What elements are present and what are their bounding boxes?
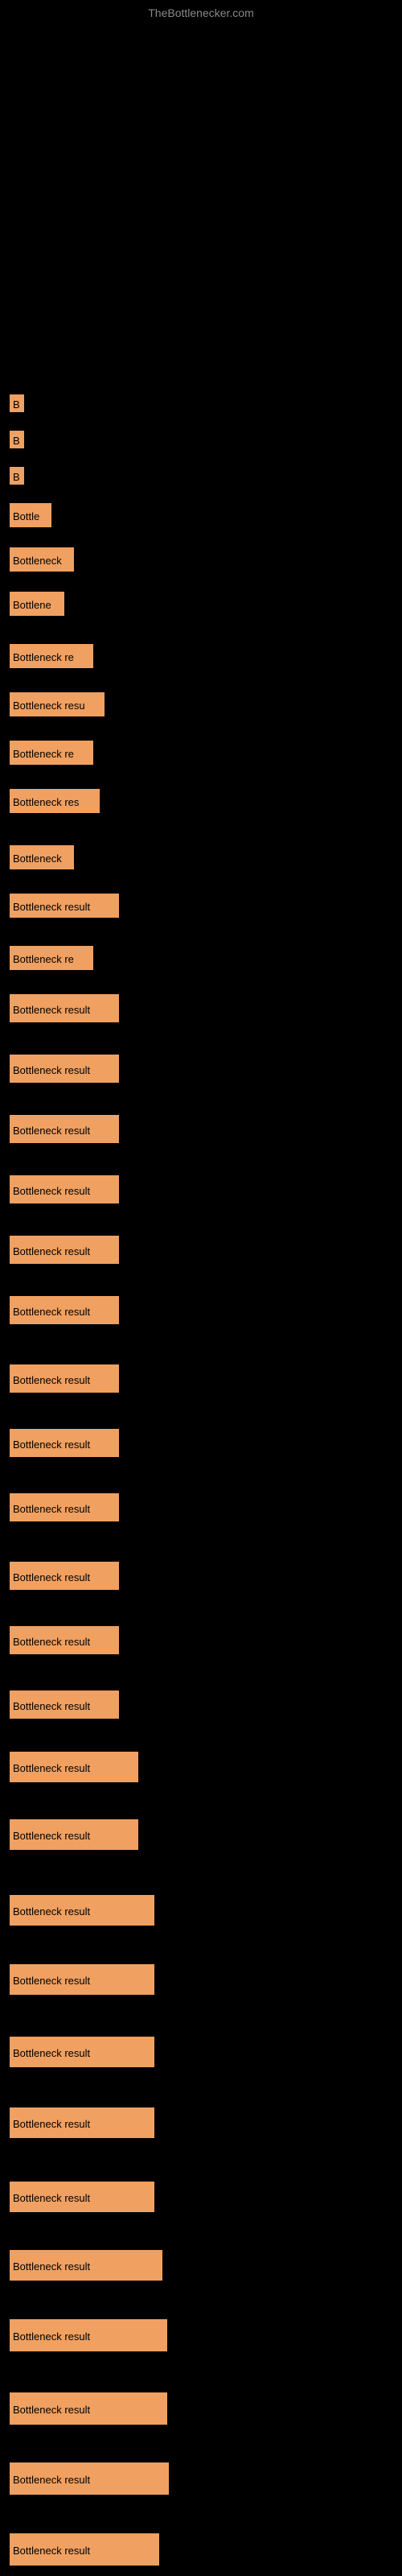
bottleneck-result-item: Bottle: [10, 503, 51, 527]
bottleneck-result-item: Bottleneck: [10, 547, 74, 572]
bottleneck-result-item: Bottleneck result: [10, 1296, 119, 1324]
bottleneck-result-item: Bottleneck result: [10, 1115, 119, 1143]
bottleneck-result-item: Bottleneck result: [10, 1819, 138, 1850]
bottleneck-result-item: Bottleneck result: [10, 2462, 169, 2495]
bottleneck-result-item: Bottleneck result: [10, 2392, 167, 2425]
bottleneck-result-item: B: [10, 394, 24, 412]
bottleneck-result-item: Bottleneck resu: [10, 692, 105, 716]
bottleneck-result-item: B: [10, 431, 24, 448]
bottleneck-result-item: Bottleneck re: [10, 644, 93, 668]
bottleneck-result-item: Bottleneck result: [10, 1364, 119, 1393]
bottleneck-result-item: Bottleneck result: [10, 2250, 162, 2281]
bottleneck-result-item: Bottleneck result: [10, 2107, 154, 2138]
site-title: TheBottlenecker.com: [148, 6, 254, 19]
bottleneck-result-item: Bottleneck result: [10, 2533, 159, 2566]
bottleneck-result-item: Bottleneck result: [10, 894, 119, 918]
bottleneck-result-item: Bottleneck result: [10, 1964, 154, 1995]
bottleneck-result-item: Bottleneck result: [10, 1236, 119, 1264]
bottleneck-result-item: B: [10, 467, 24, 485]
bottleneck-result-item: Bottleneck result: [10, 1175, 119, 1203]
bottleneck-result-item: Bottleneck result: [10, 994, 119, 1022]
bottleneck-result-item: Bottlene: [10, 592, 64, 616]
bottleneck-result-item: Bottleneck result: [10, 2319, 167, 2351]
bottleneck-result-item: Bottleneck res: [10, 789, 100, 813]
bottleneck-result-item: Bottleneck: [10, 845, 74, 869]
bottleneck-result-item: Bottleneck result: [10, 2037, 154, 2067]
bottleneck-result-item: Bottleneck result: [10, 1690, 119, 1719]
bottleneck-result-item: Bottleneck result: [10, 1493, 119, 1521]
bottleneck-result-item: Bottleneck result: [10, 1429, 119, 1457]
bottleneck-result-item: Bottleneck result: [10, 2182, 154, 2212]
bottleneck-result-item: Bottleneck re: [10, 741, 93, 765]
bottleneck-result-item: Bottleneck result: [10, 1055, 119, 1083]
bottleneck-result-item: Bottleneck result: [10, 1752, 138, 1782]
bottleneck-result-item: Bottleneck result: [10, 1562, 119, 1590]
bottleneck-result-item: Bottleneck result: [10, 1626, 119, 1654]
bottleneck-result-item: Bottleneck result: [10, 1895, 154, 1926]
bottleneck-result-item: Bottleneck re: [10, 946, 93, 970]
